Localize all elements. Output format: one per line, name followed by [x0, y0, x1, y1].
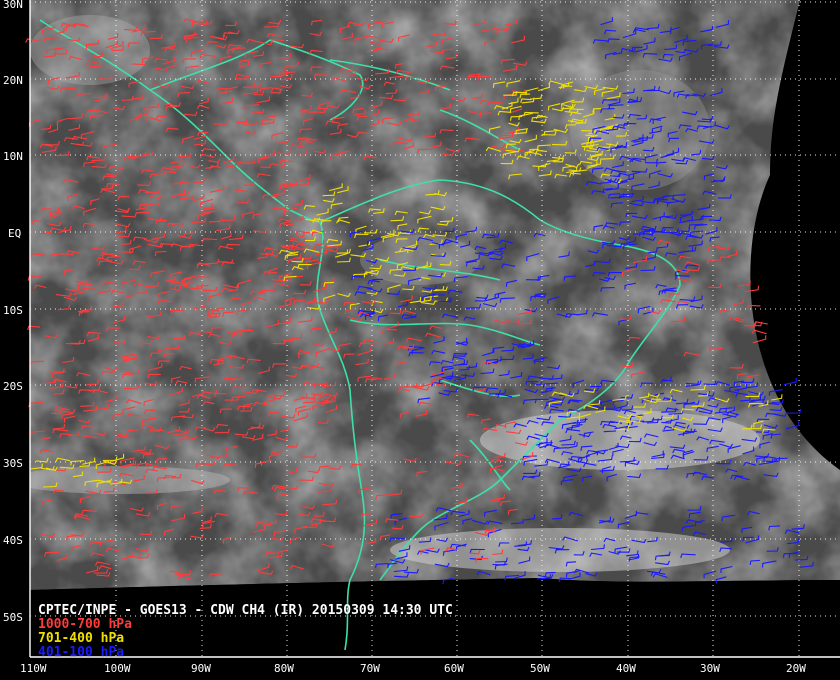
lat-label: 20N [3, 74, 23, 87]
satellite-wind-map: 30N 20N 10N EQ 10S 20S 30S 40S 50S 110W … [0, 0, 840, 680]
lon-label: 110W [20, 662, 47, 675]
legend-mid-level: 701-400 hPa [38, 631, 125, 646]
lat-label: 30S [3, 457, 23, 470]
lon-label: 90W [191, 662, 211, 675]
lat-label: 10N [3, 150, 23, 163]
lat-label: EQ [8, 227, 21, 240]
lat-label: 40S [3, 534, 23, 547]
lon-label: 20W [786, 662, 806, 675]
lat-label: 30N [3, 0, 23, 11]
lat-label: 10S [3, 304, 23, 317]
map-title: CPTEC/INPE - GOES13 - CDW CH4 (IR) 20150… [38, 603, 453, 618]
legend-low-level: 1000-700 hPa [38, 617, 132, 632]
lon-label: 100W [104, 662, 131, 675]
lon-label: 70W [360, 662, 380, 675]
lon-label: 30W [700, 662, 720, 675]
lat-label: 20S [3, 380, 23, 393]
lon-label: 40W [616, 662, 636, 675]
lat-label: 50S [3, 611, 23, 624]
lon-label: 80W [274, 662, 294, 675]
legend-high-level: 401-100 hPa [38, 645, 125, 660]
lon-label: 50W [530, 662, 550, 675]
lon-label: 60W [444, 662, 464, 675]
